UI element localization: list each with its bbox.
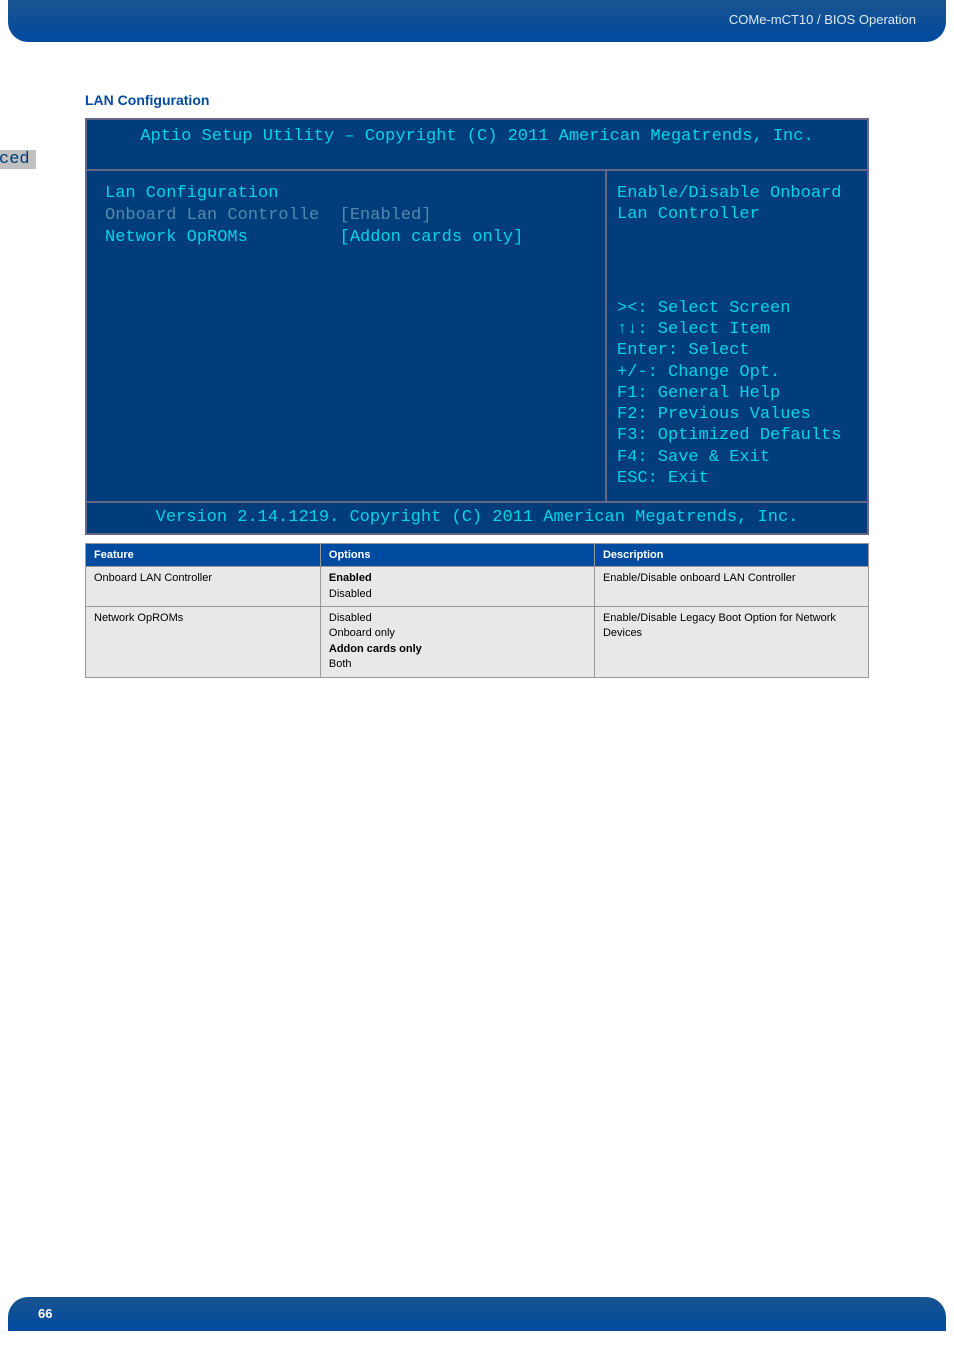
table-row: Onboard LAN Controller EnabledDisabled E… [86, 567, 869, 607]
breadcrumb: COMe-mCT10 / BIOS Operation [729, 12, 916, 27]
bios-help-description: Enable/Disable Onboard Lan Controller [617, 183, 857, 226]
header-bar: COMe-mCT10 / BIOS Operation [8, 0, 946, 42]
bios-version: Version 2.14.1219. Copyright (C) 2011 Am… [156, 508, 799, 527]
bios-key-legend: ><: Select Screen ↑↓: Select Item Enter:… [617, 298, 857, 489]
th-feature: Feature [86, 544, 321, 567]
cell-options: EnabledDisabled [320, 567, 594, 607]
bios-body: Lan Configuration Onboard Lan Controlle … [87, 169, 867, 501]
cell-feature: Network OpROMs [86, 606, 321, 677]
bios-tab-advanced: Advanced [0, 150, 36, 169]
bios-footer: Version 2.14.1219. Copyright (C) 2011 Am… [87, 501, 867, 533]
bios-header-text: Aptio Setup Utility – Copyright (C) 2011… [97, 126, 857, 148]
bios-left-title: Lan Configuration [105, 183, 587, 205]
table-header-row: Feature Options Description [86, 544, 869, 567]
bios-row-onboard-lan: Onboard Lan Controlle [Enabled] [105, 205, 587, 227]
cell-options: Disabled Onboard onlyAddon cards onlyBot… [320, 606, 594, 677]
feature-table: Feature Options Description Onboard LAN … [85, 543, 869, 677]
page-number: 66 [38, 1306, 52, 1321]
section-title: LAN Configuration [85, 92, 869, 108]
content: LAN Configuration Aptio Setup Utility – … [0, 42, 954, 678]
bios-header: Aptio Setup Utility – Copyright (C) 2011… [87, 120, 867, 169]
bios-left-pane: Lan Configuration Onboard Lan Controlle … [87, 171, 607, 501]
cell-description: Enable/Disable Legacy Boot Option for Ne… [594, 606, 868, 677]
th-options: Options [320, 544, 594, 567]
bios-row-network-oproms: Network OpROMs [Addon cards only] [105, 227, 587, 249]
table-row: Network OpROMs Disabled Onboard onlyAddo… [86, 606, 869, 677]
bios-screenshot: Aptio Setup Utility – Copyright (C) 2011… [85, 118, 869, 535]
th-description: Description [594, 544, 868, 567]
bios-right-pane: Enable/Disable Onboard Lan Controller ><… [607, 171, 867, 501]
cell-feature: Onboard LAN Controller [86, 567, 321, 607]
cell-description: Enable/Disable onboard LAN Controller [594, 567, 868, 607]
footer-bar: 66 [8, 1297, 946, 1331]
